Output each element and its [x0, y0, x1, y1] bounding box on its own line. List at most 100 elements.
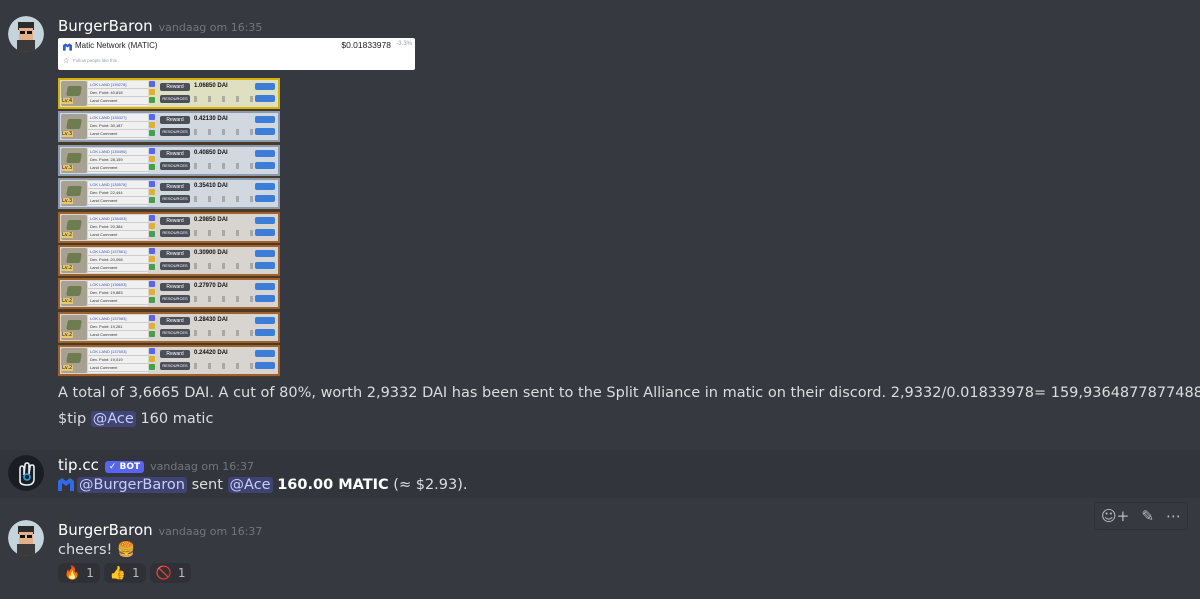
land-dai: 0.24420 DAI [194, 350, 228, 357]
thumbs-up-icon: 👍 [109, 565, 127, 581]
resources-button: RESOURCES [160, 228, 190, 237]
burgerbaron-avatar[interactable] [8, 520, 44, 556]
resource-icons [194, 229, 256, 236]
land-name: LOK LAND [137561] [88, 248, 148, 256]
resource-icons [194, 296, 256, 303]
resources-button: RESOURCES [160, 328, 190, 337]
land-side-icons [149, 348, 155, 373]
timestamp: vandaag om 16:37 [150, 460, 254, 473]
land-action-button [255, 328, 275, 336]
tip-amount: 160.00 MATIC [277, 477, 389, 493]
land-name: LOK LAND [135578] [88, 181, 148, 190]
tip-amount: 160 matic [140, 411, 214, 427]
land-info: LOK LAND [137983] Dev. Point: 19,281 Land … [88, 314, 148, 340]
mention-ace[interactable]: @Ace [90, 411, 136, 427]
land-info: LOK LAND [135578] Dev. Point: 22,444 Land … [88, 181, 148, 207]
reaction-thumbs-up[interactable]: 👍 1 [103, 563, 146, 583]
cheers-text: cheers! [58, 542, 113, 558]
resource-icons [194, 129, 256, 136]
land-dai: 1.06850 DAI [194, 83, 228, 89]
land-row: Lv.2 LOK LAND [136693] Dev. Point: 19,883 L… [58, 278, 280, 310]
land-comment: Land Comment [88, 364, 148, 373]
reward-button: Reward [160, 250, 190, 258]
land-level: Lv.3 [61, 198, 74, 205]
land-dev-point: Dev. Point: 20,384 [88, 223, 148, 231]
land-side-icons [149, 147, 155, 173]
land-comment: Land Comment [88, 164, 148, 172]
land-dev-point: Dev. Point: 30,187 [88, 122, 148, 131]
land-action-button [255, 83, 275, 90]
land-row: Lv.2 LOK LAND [137983] Dev. Point: 19,281 L… [58, 311, 280, 343]
land-action-button [255, 295, 275, 303]
land-name: LOK LAND [135496] [88, 148, 148, 156]
message-text: cheers! 🍔 [58, 541, 135, 558]
resources-button: RESOURCES [160, 128, 190, 137]
timestamp: vandaag om 16:35 [158, 21, 263, 34]
timestamp: vandaag om 16:37 [158, 525, 263, 538]
reactions-bar: 🔥 1 👍 1 🚫 1 [58, 563, 192, 583]
land-row: Lv.3 LOK LAND [135496] Dev. Point: 28,159 L… [58, 144, 280, 176]
land-comment: Land Comment [88, 97, 148, 105]
username[interactable]: tip.cc [58, 456, 99, 474]
username[interactable]: BurgerBaron [58, 521, 153, 539]
follow-text: Follow people like this [73, 58, 118, 63]
coin-price-embed[interactable]: Matic Network (MATIC) $0.01833978 -3.3% … [58, 38, 415, 70]
land-action-button [255, 228, 275, 236]
land-comment: Land Comment [88, 297, 148, 306]
land-dai: 0.42130 DAI [194, 116, 228, 123]
reaction-count: 1 [132, 566, 140, 580]
land-dev-point: Dev. Point: 19,281 [88, 323, 148, 331]
burgerbaron-avatar[interactable] [8, 16, 44, 52]
land-action-button [255, 362, 275, 370]
mention-burgerbaron[interactable]: @BurgerBaron [77, 477, 187, 493]
reaction-no-entry[interactable]: 🚫 1 [149, 563, 192, 583]
mention-ace[interactable]: @Ace [227, 477, 273, 493]
fire-icon: 🔥 [64, 565, 81, 581]
land-action-button [255, 149, 275, 157]
land-side-icons [149, 214, 155, 240]
land-side-icons [149, 81, 155, 106]
reaction-count: 1 [86, 566, 94, 580]
land-name: LOK LAND [137983] [88, 315, 148, 323]
resources-button: RESOURCES [160, 262, 190, 270]
reward-button: Reward [160, 283, 190, 292]
land-action-button [255, 250, 275, 257]
land-action-button [255, 116, 275, 124]
resource-icons [194, 263, 256, 269]
resources-button: RESOURCES [160, 295, 190, 304]
land-level: Lv.2 [61, 265, 74, 271]
land-row: Lv.3 LOK LAND [135327] Dev. Point: 30,187 L… [58, 111, 280, 143]
land-side-icons [149, 281, 155, 306]
land-dai: 0.29850 DAI [194, 216, 228, 223]
coin-change: -3.3% [396, 41, 412, 47]
message-burgerbaron-2: BurgerBaron vandaag om 16:37 cheers! 🍔 [0, 508, 1200, 599]
resources-button: RESOURCES [160, 161, 190, 170]
land-comment: Land Comment [88, 130, 148, 139]
land-action-button [255, 316, 275, 324]
land-dai: 0.27970 DAI [194, 283, 228, 290]
land-name: LOK LAND [136493] [88, 215, 148, 223]
username[interactable]: BurgerBaron [58, 17, 153, 35]
land-info: LOK LAND [135327] Dev. Point: 30,187 Land … [88, 114, 148, 140]
reward-button: Reward [160, 183, 190, 192]
land-name: LOK LAND [135278] [88, 81, 148, 89]
land-action-button [255, 195, 275, 203]
reward-button: Reward [160, 149, 190, 158]
land-action-button [255, 183, 275, 191]
lands-screenshot[interactable]: Lv.4 LOK LAND [135278] Dev. Point: 40,818 L… [58, 78, 280, 377]
land-dai: 0.35410 DAI [194, 183, 228, 190]
resources-button: RESOURCES [160, 95, 190, 103]
reaction-fire[interactable]: 🔥 1 [58, 563, 100, 583]
reward-button: Reward [160, 216, 190, 225]
land-action-button [255, 350, 275, 358]
land-name: LOK LAND [136693] [88, 281, 148, 290]
land-info: LOK LAND [137561] Dev. Point: 20,098 Land … [88, 248, 148, 273]
tipcc-avatar[interactable] [8, 455, 44, 491]
coin-price: $0.01833978 [341, 40, 391, 50]
land-dev-point: Dev. Point: 19,883 [88, 289, 148, 298]
tip-result: @BurgerBaron sent @Ace 160.00 MATIC (≈ $… [58, 477, 468, 493]
message-text: A total of 3,6665 DAI. A cut of 80%, wor… [58, 385, 1200, 401]
land-row: Lv.2 LOK LAND [137561] Dev. Point: 20,098 L… [58, 245, 280, 276]
tip-command: $tip @Ace 160 matic [58, 411, 213, 427]
usd-value: (≈ $2.93). [393, 477, 468, 493]
